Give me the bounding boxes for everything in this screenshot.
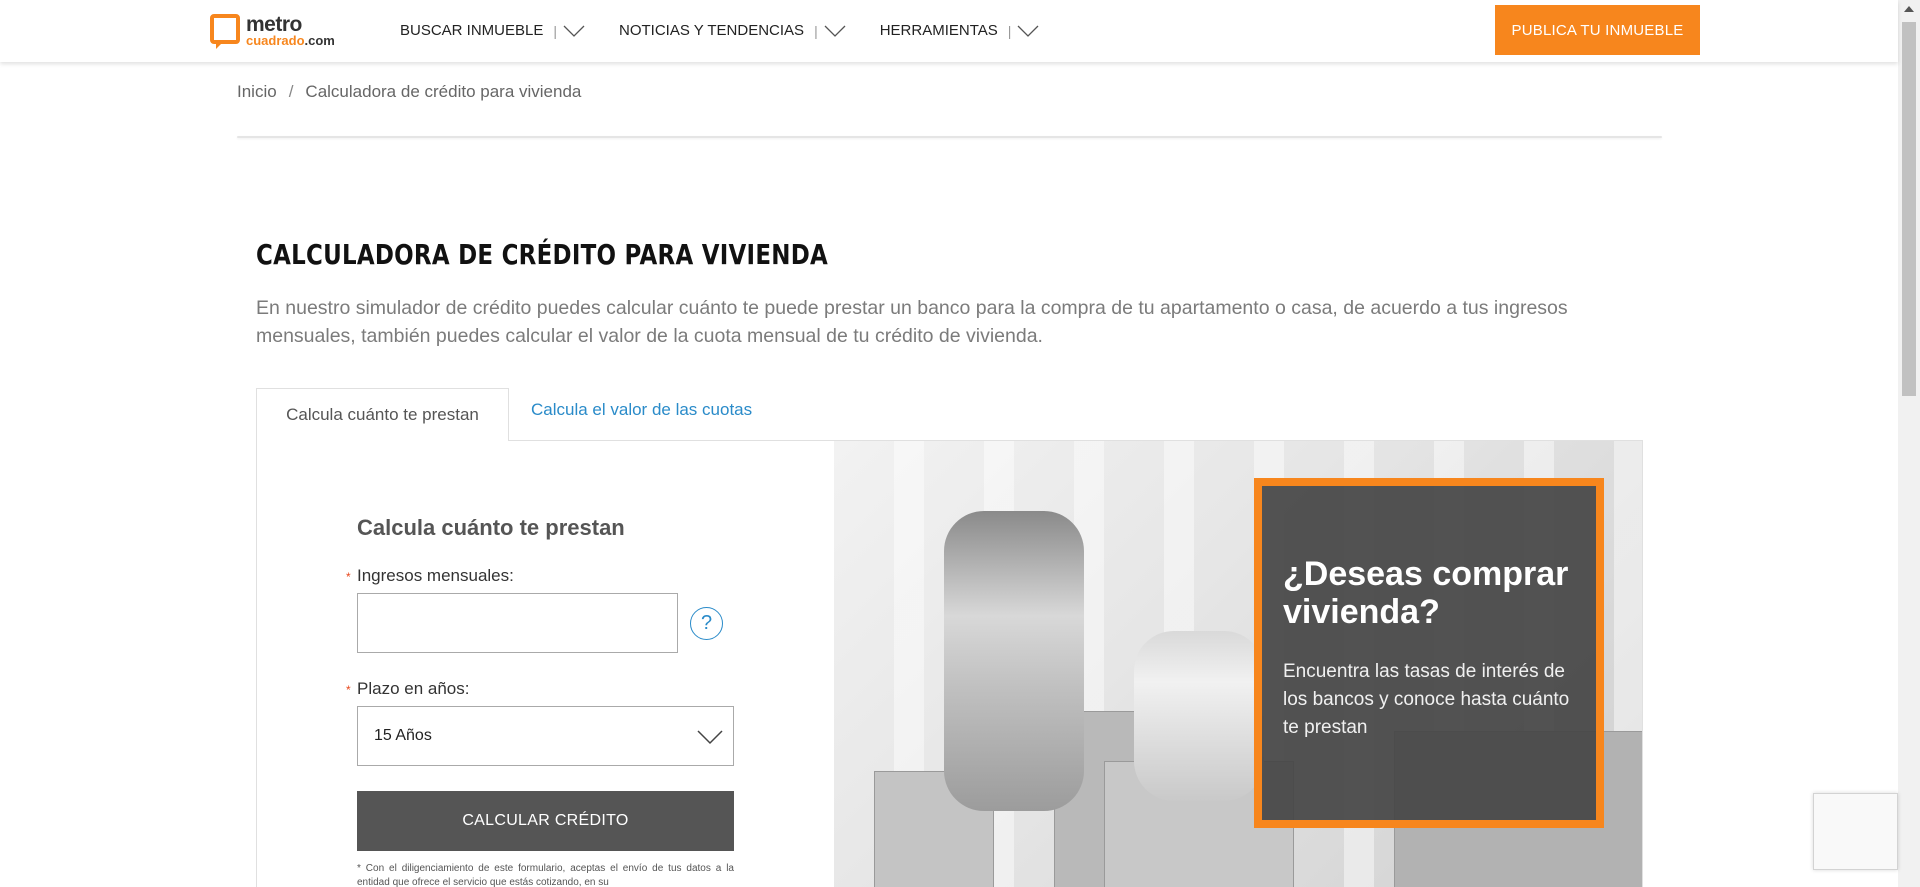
nav-label: BUSCAR INMUEBLE bbox=[400, 22, 544, 39]
man-figure bbox=[944, 511, 1084, 811]
required-mark: * bbox=[346, 570, 351, 584]
chevron-down-icon bbox=[697, 730, 723, 745]
form-disclaimer: * Con el diligenciamiento de este formul… bbox=[357, 863, 734, 887]
nav-buscar-inmueble[interactable]: BUSCAR INMUEBLE | bbox=[400, 22, 585, 39]
breadcrumb-home[interactable]: Inicio bbox=[237, 82, 277, 102]
nav-noticias-tendencias[interactable]: NOTICIAS Y TENDENCIAS | bbox=[619, 22, 846, 39]
income-input[interactable] bbox=[357, 593, 678, 653]
chevron-down-icon bbox=[824, 25, 846, 37]
chevron-down-icon bbox=[1017, 25, 1039, 37]
nav-separator: | bbox=[814, 22, 818, 39]
site-header: metro cuadrado.com BUSCAR INMUEBLE | NOT… bbox=[0, 0, 1898, 62]
term-label: Plazo en años: bbox=[357, 679, 470, 698]
nav-separator: | bbox=[553, 22, 558, 39]
page-intro: En nuestro simulador de crédito puedes c… bbox=[256, 297, 1568, 347]
help-icon[interactable]: ? bbox=[690, 607, 723, 640]
breadcrumb-current: Calculadora de crédito para vivienda bbox=[305, 82, 582, 101]
logo-text-top: metro bbox=[246, 13, 302, 36]
logo-text-bottom: cuadrado.com bbox=[246, 33, 335, 48]
page-title: CALCULADORA DE CRÉDITO PARA VIVIENDA bbox=[256, 238, 829, 271]
term-selected-value: 15 Años bbox=[374, 727, 432, 744]
scroll-thumb[interactable] bbox=[1902, 22, 1916, 396]
chevron-down-icon bbox=[563, 25, 585, 37]
scroll-up-arrow-icon[interactable] bbox=[1904, 6, 1914, 12]
main-nav: BUSCAR INMUEBLE | NOTICIAS Y TENDENCIAS … bbox=[400, 22, 1073, 39]
breadcrumb-separator: / bbox=[288, 82, 294, 101]
income-label: Ingresos mensuales: bbox=[357, 566, 514, 585]
tab-calcula-valor-cuotas[interactable]: Calcula el valor de las cuotas bbox=[531, 400, 752, 420]
publish-property-button[interactable]: PUBLICA TU INMUEBLE bbox=[1495, 5, 1700, 55]
nav-label: HERRAMIENTAS bbox=[879, 22, 998, 39]
nav-herramientas[interactable]: HERRAMIENTAS | bbox=[880, 22, 1040, 39]
logo-icon bbox=[210, 14, 240, 49]
recaptcha-badge[interactable] bbox=[1813, 793, 1898, 870]
calculate-credit-button[interactable]: CALCULAR CRÉDITO bbox=[357, 791, 734, 851]
nav-separator: | bbox=[1007, 22, 1012, 39]
breadcrumb-divider bbox=[237, 136, 1662, 138]
tab-calcula-cuanto-prestan[interactable]: Calcula cuánto te prestan bbox=[256, 388, 509, 441]
promo-title: ¿Deseas comprar vivienda? bbox=[1283, 555, 1569, 631]
promo-text: Encuentra las tasas de interés de los ba… bbox=[1283, 661, 1570, 738]
term-select[interactable]: 15 Años bbox=[357, 706, 734, 766]
page-scrollbar[interactable] bbox=[1898, 0, 1920, 887]
nav-label: NOTICIAS Y TENDENCIAS bbox=[619, 22, 805, 39]
breadcrumb: Inicio / Calculadora de crédito para viv… bbox=[237, 82, 581, 102]
form-title: Calcula cuánto te prestan bbox=[357, 515, 625, 540]
site-logo[interactable]: metro cuadrado.com bbox=[210, 13, 335, 49]
promo-box[interactable] bbox=[1254, 478, 1604, 828]
required-mark: * bbox=[346, 683, 351, 697]
woman-figure bbox=[1134, 631, 1264, 801]
